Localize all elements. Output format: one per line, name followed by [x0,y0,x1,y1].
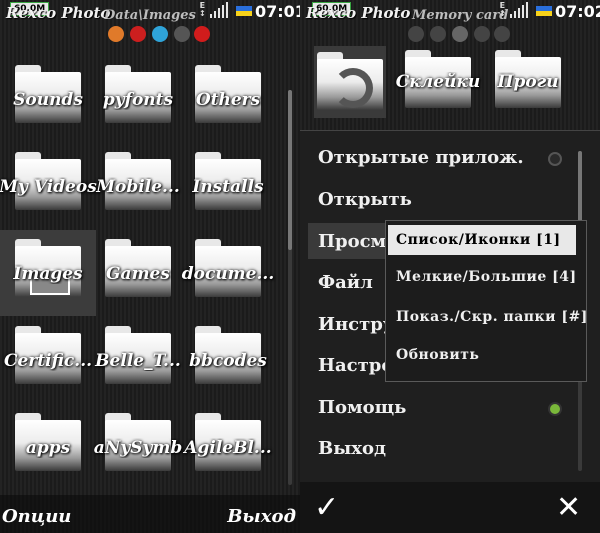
submenu-item-show-hide-folders[interactable]: Показ./Скр. папки [#] [396,309,588,325]
folder-label: Sounds [13,90,83,110]
current-path: Data\Images [104,8,196,23]
view-submenu: Список/Иконки [1] Мелкие/Большие [4] Пок… [385,220,587,382]
scrollbar-thumb[interactable] [288,90,292,250]
folder-label: Others [195,90,261,110]
submenu-item-refresh[interactable]: Обновить [396,347,479,363]
gray-dot-icon[interactable] [494,26,510,42]
exit-softkey[interactable]: Выход [227,506,296,527]
folder-label: My Videos [0,177,97,197]
folder-label: Images [13,264,83,284]
menu-item-exit[interactable]: Выход [318,438,386,459]
submenu-item-small-large[interactable]: Мелкие/Большие [4] [396,269,577,285]
menu-item-open-apps[interactable]: Открытые прилож. [318,147,524,168]
softkey-bar: Опции Выход [0,495,300,533]
gray-dot-icon[interactable] [174,26,190,42]
menu-item-open[interactable]: Открыть [318,189,412,210]
status-bar: 60.0M Rexco Photo Memory card E↕ 07:02 [300,0,600,30]
gray-dot-icon[interactable] [474,26,490,42]
folder-label: AgileBl... [184,438,272,458]
clock: 07:02 [555,2,600,21]
submenu-item-list-icons[interactable]: Список/Иконки [1] [388,225,576,255]
refresh-arrow-icon [333,68,373,108]
red-stack-dot-icon[interactable] [194,26,210,42]
blue-dot-icon[interactable] [152,26,168,42]
folder-label: Games [106,264,170,284]
folder-label: pyfonts [102,90,174,110]
up-folder-icon [317,52,383,110]
green-dot-icon [548,402,562,416]
network-e-icon: E ↕ [199,1,206,18]
signal-icon [510,2,530,18]
options-softkey[interactable]: Опции [2,506,71,527]
menu-item-file[interactable]: Файл [318,272,373,293]
radio-indicator-icon [548,152,562,166]
folder-label: Certific... [3,351,93,371]
app-title: Rexco Photo [6,4,111,22]
folder-label: Склейки [395,72,481,92]
folder-label: Mobile... [96,177,180,197]
red-dot-icon[interactable] [130,26,146,42]
folder-label: docume... [181,264,275,284]
clock: 07:01 [255,2,300,21]
app-title: Rexco Photo [306,4,411,22]
folder-label: apps [25,438,71,458]
menu-bottom-bar: ✓ ✕ [300,482,600,533]
current-path: Memory card [412,8,509,23]
left-file-browser-pane: 60.0M Rexco Photo Data\Images E↕ 07:01 S… [0,0,300,533]
folder-label: aNySymb [93,438,183,458]
folder-label: bbcodes [189,351,267,371]
network-e-icon: E ↕ [499,1,506,18]
menu-item-help[interactable]: Помощь [318,397,406,418]
gray-dot-icon[interactable] [430,26,446,42]
orange-dot-icon[interactable] [108,26,124,42]
folder-label: Installs [192,177,264,197]
gray-dot-icon[interactable] [408,26,424,42]
check-icon[interactable]: ✓ [314,490,339,525]
status-bar: 60.0M Rexco Photo Data\Images E↕ 07:01 [0,0,300,30]
parent-folder-button[interactable] [314,46,386,118]
flag-icon [236,6,252,16]
signal-icon [210,2,230,18]
close-icon[interactable]: ✕ [556,490,581,525]
gray-dot-icon[interactable] [452,26,468,42]
flag-icon [536,6,552,16]
folder-label: Проги [497,72,559,92]
folder-label: Belle_T... [95,351,181,371]
